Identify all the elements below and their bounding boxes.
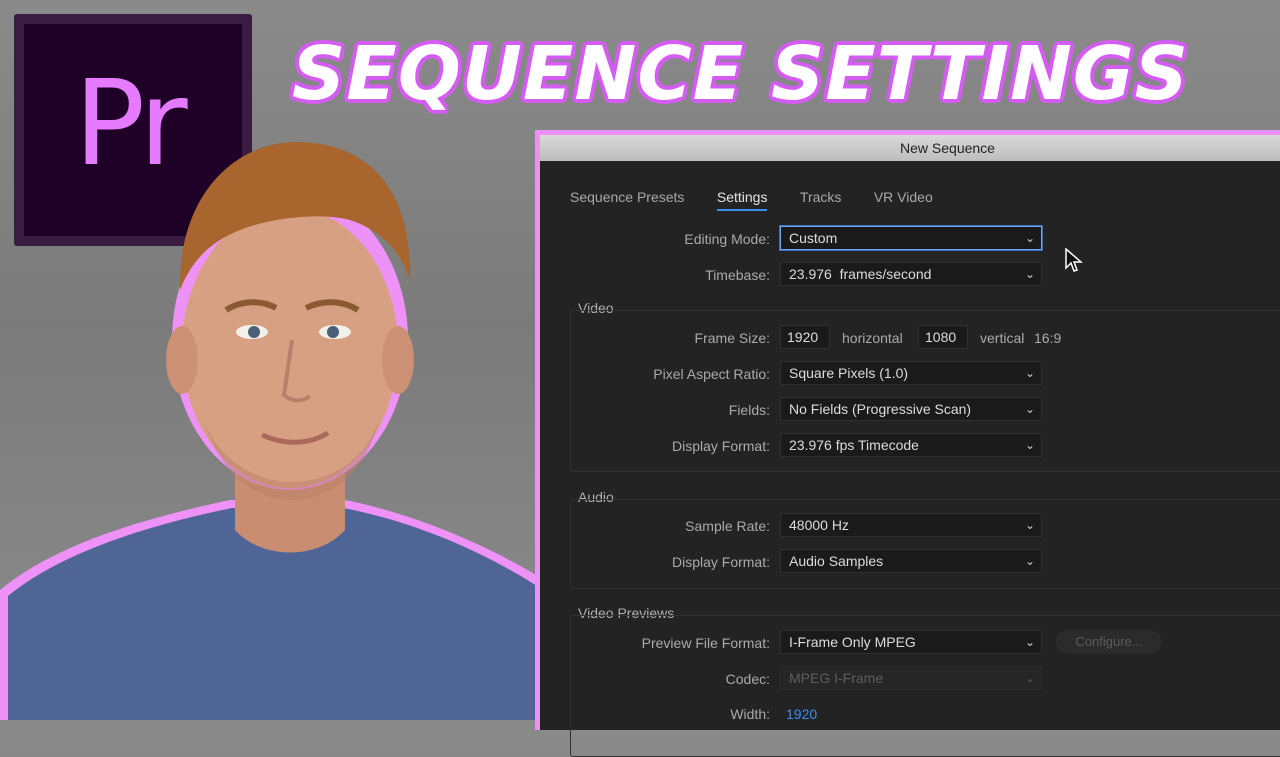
pixel-aspect-ratio-select[interactable]: Square Pixels (1.0) ⌄ — [780, 361, 1042, 385]
frame-size-label: Frame Size: — [694, 330, 770, 346]
audio-display-format-label: Display Format: — [671, 554, 770, 570]
chevron-down-icon: ⌄ — [1024, 635, 1035, 649]
new-sequence-dialog: New Sequence Sequence Presets Settings T… — [535, 130, 1280, 757]
sample-rate-select[interactable]: 48000 Hz ⌄ — [780, 513, 1042, 537]
editing-mode-select[interactable]: Custom ⌄ — [780, 226, 1042, 250]
editing-mode-label: Editing Mode: — [684, 231, 770, 247]
timebase-value: 23.976 frames/second — [789, 266, 932, 282]
sample-rate-value: 48000 Hz — [789, 517, 849, 533]
fields-value: No Fields (Progressive Scan) — [789, 401, 972, 417]
chevron-down-icon: ⌄ — [1024, 267, 1035, 281]
frame-height-input[interactable]: 1080 — [918, 325, 968, 349]
audio-display-format-value: Audio Samples — [789, 553, 884, 569]
sample-rate-label: Sample Rate: — [685, 518, 770, 534]
audio-display-format-select[interactable]: Audio Samples ⌄ — [780, 549, 1042, 573]
preview-file-format-select[interactable]: I-Frame Only MPEG ⌄ — [780, 630, 1042, 654]
editing-mode-value: Custom — [789, 230, 838, 246]
dialog-body: New Sequence Sequence Presets Settings T… — [540, 135, 1280, 757]
video-display-format-value: 23.976 fps Timecode — [789, 437, 919, 453]
dialog-titlebar: New Sequence — [540, 135, 1280, 161]
fields-label: Fields: — [728, 402, 770, 418]
timebase-select[interactable]: 23.976 frames/second ⌄ — [780, 262, 1042, 286]
configure-button[interactable]: Configure... — [1056, 630, 1162, 654]
aspect-ratio-text: 16:9 — [1034, 330, 1062, 346]
preview-format-label: Preview File Format: — [641, 635, 770, 651]
presenter-photo — [0, 141, 560, 720]
dialog-tabs: Sequence Presets Settings Tracks VR Vide… — [570, 189, 961, 211]
tab-tracks[interactable]: Tracks — [800, 189, 841, 209]
codec-value: MPEG I-Frame — [789, 670, 884, 686]
preview-format-value: I-Frame Only MPEG — [789, 634, 916, 650]
video-display-format-label: Display Format: — [671, 438, 770, 454]
timebase-label: Timebase: — [705, 267, 770, 283]
chevron-down-icon: ⌄ — [1024, 366, 1035, 380]
tab-vr-video[interactable]: VR Video — [874, 189, 933, 209]
par-value: Square Pixels (1.0) — [789, 365, 909, 381]
chevron-down-icon: ⌄ — [1024, 518, 1035, 532]
codec-select[interactable]: MPEG I-Frame ⌄ — [780, 666, 1042, 690]
codec-label: Codec: — [725, 671, 770, 687]
headline-title: SEQUENCE SETTINGS — [292, 31, 1189, 117]
chevron-down-icon: ⌄ — [1024, 671, 1035, 685]
horizontal-text: horizontal — [842, 330, 903, 346]
tab-sequence-presets[interactable]: Sequence Presets — [570, 189, 684, 209]
chevron-down-icon: ⌄ — [1024, 402, 1035, 416]
chevron-down-icon: ⌄ — [1024, 554, 1035, 568]
tab-settings[interactable]: Settings — [716, 189, 768, 211]
vertical-text: vertical — [980, 330, 1025, 346]
mouse-cursor-icon — [1065, 248, 1083, 272]
frame-width-input[interactable]: 1920 — [780, 325, 830, 349]
chevron-down-icon: ⌄ — [1024, 438, 1035, 452]
par-label: Pixel Aspect Ratio: — [653, 366, 770, 382]
chevron-down-icon: ⌄ — [1024, 231, 1035, 245]
fields-select[interactable]: No Fields (Progressive Scan) ⌄ — [780, 397, 1042, 421]
video-display-format-select[interactable]: 23.976 fps Timecode ⌄ — [780, 433, 1042, 457]
